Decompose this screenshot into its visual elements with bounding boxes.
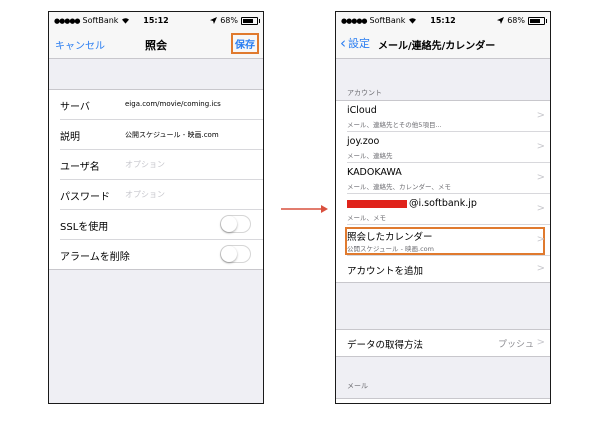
chevron-left-icon: ‹ bbox=[340, 33, 346, 52]
subscription-form: サーバ eiga.com/movie/coming.ics 説明 公開スケジュー… bbox=[49, 89, 263, 270]
password-field[interactable]: オプション bbox=[125, 189, 165, 200]
location-icon bbox=[497, 17, 505, 24]
account-row-softbank[interactable]: @i.softbank.jp メール、メモ > bbox=[347, 194, 550, 225]
battery-percent: 68% bbox=[507, 16, 525, 25]
back-label: 設定 bbox=[348, 37, 370, 50]
server-row[interactable]: サーバ eiga.com/movie/coming.ics bbox=[60, 90, 263, 120]
location-icon bbox=[210, 17, 218, 24]
page-title: メール/連絡先/カレンダー bbox=[378, 41, 496, 52]
save-button[interactable]: 保存 bbox=[231, 33, 259, 54]
fetch-settings-group: データの取得方法 プッシュ > bbox=[336, 329, 550, 357]
chevron-right-icon: > bbox=[536, 110, 545, 121]
password-label: パスワード bbox=[60, 192, 110, 203]
account-detail: 公開スケジュール - 映画.com bbox=[347, 245, 434, 253]
add-account-label: アカウントを追加 bbox=[347, 266, 424, 277]
account-name: iCloud bbox=[347, 105, 377, 116]
arrow-right-icon bbox=[281, 205, 328, 213]
account-detail: メール、メモ bbox=[347, 214, 386, 222]
username-field[interactable]: オプション bbox=[125, 159, 165, 170]
status-bar: ●●●●● SoftBank 15:12 68% bbox=[49, 12, 263, 28]
fetch-new-data-row[interactable]: データの取得方法 プッシュ > bbox=[347, 330, 550, 356]
account-name: 照会したカレンダー bbox=[347, 232, 433, 243]
username-label: ユーザ名 bbox=[60, 162, 100, 173]
server-field[interactable]: eiga.com/movie/coming.ics bbox=[125, 100, 221, 108]
description-field[interactable]: 公開スケジュール - 映画.com bbox=[125, 130, 219, 140]
redacted-bar bbox=[347, 199, 407, 208]
description-row[interactable]: 説明 公開スケジュール - 映画.com bbox=[60, 120, 263, 150]
ssl-label: SSLを使用 bbox=[60, 222, 109, 233]
account-row-joyzoo[interactable]: joy.zoo メール、連絡先 > bbox=[347, 132, 550, 163]
remove-alarms-label: アラームを削除 bbox=[60, 252, 130, 263]
back-button[interactable]: ‹ 設定 bbox=[340, 35, 370, 51]
server-label: サーバ bbox=[60, 102, 90, 113]
chevron-right-icon: > bbox=[536, 203, 545, 214]
nav-bar: キャンセル 照会 保存 bbox=[49, 28, 263, 59]
chevron-right-icon: > bbox=[536, 263, 545, 274]
battery-icon bbox=[241, 16, 260, 25]
chevron-right-icon: > bbox=[536, 141, 545, 152]
ssl-toggle[interactable] bbox=[220, 215, 251, 233]
add-account-row[interactable]: アカウントを追加 > bbox=[347, 256, 550, 282]
chevron-right-icon: > bbox=[536, 172, 545, 183]
battery-percent: 68% bbox=[220, 16, 238, 25]
mail-section-header: メール bbox=[347, 382, 368, 390]
account-detail: メール、連絡先 bbox=[347, 152, 393, 160]
account-detail: メール、連絡先、カレンダー、メモ bbox=[347, 183, 451, 191]
accounts-section-header: アカウント bbox=[347, 89, 382, 97]
nav-bar: ‹ 設定 メール/連絡先/カレンダー bbox=[336, 28, 550, 59]
right-phone-screen: ●●●●● SoftBank 15:12 68% ‹ 設定 メール/連絡先/カレ… bbox=[335, 11, 551, 404]
account-name: KADOKAWA bbox=[347, 167, 402, 178]
remove-alarms-row: アラームを削除 bbox=[60, 240, 263, 269]
account-row-kadokawa[interactable]: KADOKAWA メール、連絡先、カレンダー、メモ > bbox=[347, 163, 550, 194]
ssl-row: SSLを使用 bbox=[60, 210, 263, 240]
password-row[interactable]: パスワード オプション bbox=[60, 180, 263, 210]
username-row[interactable]: ユーザ名 オプション bbox=[60, 150, 263, 180]
account-name-suffix: @i.softbank.jp bbox=[409, 198, 477, 209]
account-row-icloud[interactable]: iCloud メール、連絡先とその他5項目... > bbox=[347, 101, 550, 132]
status-bar: ●●●●● SoftBank 15:12 68% bbox=[336, 12, 550, 28]
account-detail: メール、連絡先とその他5項目... bbox=[347, 121, 442, 129]
description-label: 説明 bbox=[60, 132, 80, 143]
fetch-label: データの取得方法 bbox=[347, 340, 424, 351]
mail-settings-group bbox=[336, 398, 550, 403]
battery-icon bbox=[528, 16, 547, 25]
fetch-value: プッシュ bbox=[497, 340, 534, 350]
account-row-subscribed-calendars[interactable]: 照会したカレンダー 公開スケジュール - 映画.com > bbox=[345, 225, 550, 256]
account-name: joy.zoo bbox=[347, 136, 380, 147]
accounts-list: iCloud メール、連絡先とその他5項目... > joy.zoo メール、連… bbox=[336, 100, 550, 283]
chevron-right-icon: > bbox=[536, 337, 545, 348]
left-phone-screen: ●●●●● SoftBank 15:12 68% キャンセル 照会 保存 サーバ… bbox=[48, 11, 264, 404]
remove-alarms-toggle[interactable] bbox=[220, 245, 251, 263]
chevron-right-icon: > bbox=[536, 234, 545, 245]
